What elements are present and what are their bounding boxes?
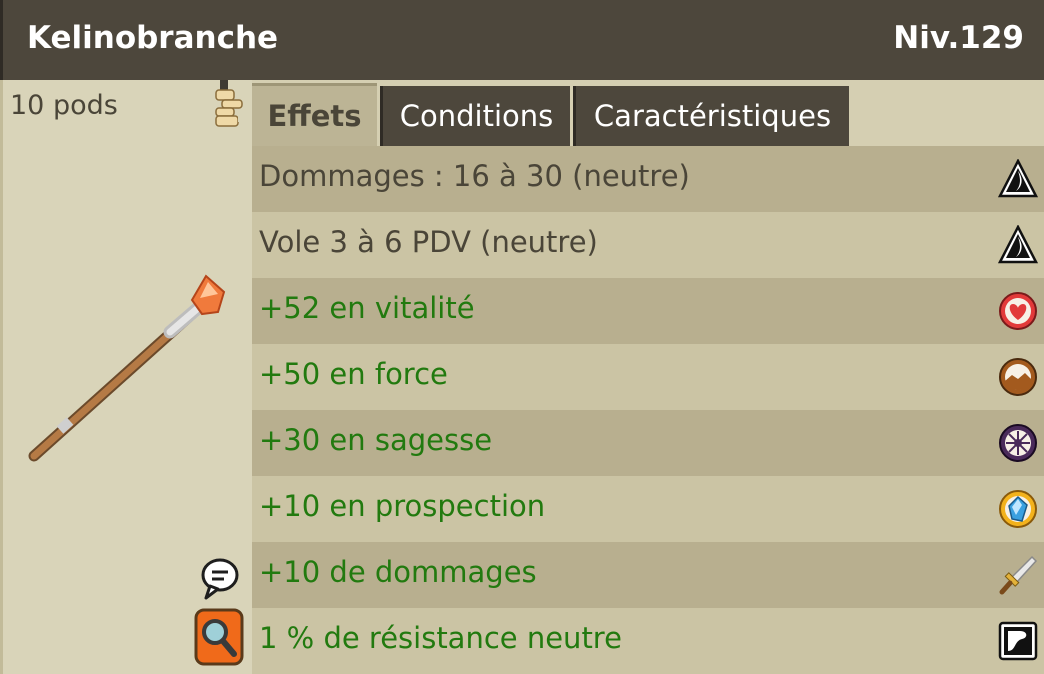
speech-bubble-icon[interactable]: [198, 556, 242, 600]
heart-icon: [999, 292, 1037, 330]
effect-text: +50 en force: [259, 357, 448, 391]
item-level: Niv.129: [893, 20, 1024, 56]
item-header: Kelinobranche Niv.129: [0, 0, 1044, 80]
hand-icon[interactable]: [212, 80, 252, 130]
item-weight: 10 pods: [10, 90, 118, 121]
effect-text: +52 en vitalité: [259, 291, 475, 325]
effect-row: +52 en vitalité: [252, 278, 1044, 344]
effect-row: +10 de dommages: [252, 542, 1044, 608]
effect-text: +30 en sagesse: [259, 423, 493, 457]
effect-row: 1 % de résistance neutre: [252, 608, 1044, 674]
effect-text: +10 en prospection: [259, 489, 546, 523]
tab-caracteristiques[interactable]: Caractéristiques: [573, 86, 849, 146]
effect-text: +10 de dommages: [259, 555, 537, 589]
effect-text: 1 % de résistance neutre: [259, 621, 622, 655]
item-tabs: Effets Conditions Caractéristiques: [252, 80, 1044, 146]
effect-row: Vole 3 à 6 PDV (neutre): [252, 212, 1044, 278]
effects-list: Dommages : 16 à 30 (neutre) Vole 3 à 6 P…: [252, 146, 1044, 674]
effect-row: +30 en sagesse: [252, 410, 1044, 476]
effect-text: Vole 3 à 6 PDV (neutre): [259, 225, 598, 259]
neutral-element-icon: [998, 225, 1038, 264]
tab-conditions[interactable]: Conditions: [380, 86, 570, 146]
sword-icon: [999, 555, 1038, 595]
effect-row: +10 en prospection: [252, 476, 1044, 542]
effect-text: Dommages : 16 à 30 (neutre): [259, 159, 690, 193]
neutral-resistance-icon: [998, 621, 1038, 661]
neutral-element-icon: [998, 159, 1038, 198]
item-name: Kelinobranche: [27, 20, 279, 56]
earth-icon: [999, 358, 1037, 396]
inspect-magnifier-button[interactable]: [194, 608, 244, 666]
crystal-icon: [999, 490, 1037, 528]
wisdom-icon: [999, 424, 1037, 462]
tab-effets[interactable]: Effets: [252, 83, 377, 146]
effect-row: Dommages : 16 à 30 (neutre): [252, 146, 1044, 212]
effect-row: +50 en force: [252, 344, 1044, 410]
staff-item-image: [28, 274, 226, 462]
